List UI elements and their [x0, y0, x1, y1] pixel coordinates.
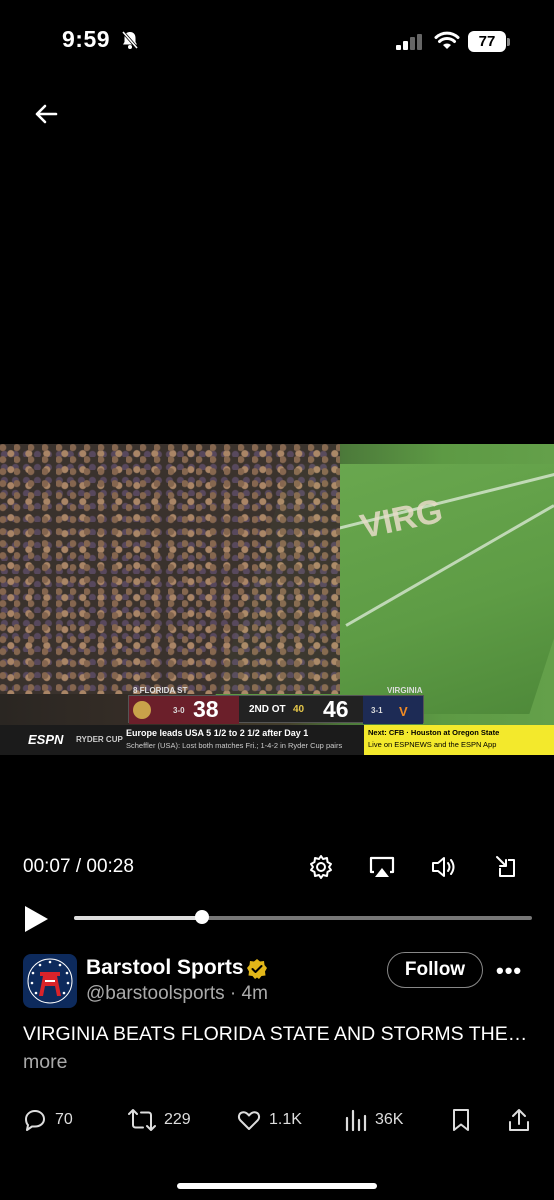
video-player-controls: 00:07 / 00:28 — [0, 848, 554, 948]
author-handle[interactable]: @barstoolsports · 4m — [86, 983, 268, 1005]
game-down: 40 — [293, 704, 305, 715]
views-icon — [345, 1109, 367, 1132]
more-link[interactable]: more — [23, 1051, 67, 1073]
reply-button[interactable]: 70 — [23, 1106, 73, 1134]
gear-icon[interactable] — [308, 854, 334, 880]
espn-ticker: ESPN RYDER CUP Europe leads USA 5 1/2 to… — [0, 725, 554, 755]
battery-icon: 77 — [468, 31, 506, 52]
battery-tip — [507, 38, 510, 46]
post-text: VIRGINIA BEATS FLORIDA STATE AND STORMS … — [23, 1020, 533, 1076]
fsu-logo-icon — [133, 701, 151, 719]
scrubber-knob[interactable] — [195, 910, 210, 924]
ticker-subline: Scheffler (USA): Lost both matches Fri.;… — [126, 741, 343, 750]
like-button[interactable]: 1.1K — [237, 1106, 302, 1134]
repost-button[interactable]: 229 — [128, 1106, 191, 1134]
post-body: VIRGINIA BEATS FLORIDA STATE AND STORMS … — [23, 1023, 528, 1045]
left-team-name: 8 FLORIDA ST — [133, 686, 188, 695]
signal-icon — [396, 34, 422, 50]
home-indicator[interactable] — [177, 1183, 377, 1189]
views-count: 36K — [375, 1111, 404, 1128]
reply-count: 70 — [55, 1111, 73, 1128]
status-bar: 9:59 77 — [0, 0, 554, 84]
bell-muted-icon — [121, 31, 139, 49]
share-icon[interactable] — [507, 1106, 531, 1134]
espn-logo-icon: ESPN — [28, 732, 64, 747]
follow-button[interactable]: Follow — [387, 952, 483, 988]
barstool-logo-icon — [27, 958, 73, 1004]
virginia-logo-icon: V — [399, 704, 408, 719]
status-time: 9:59 — [62, 26, 111, 52]
action-bar: 70 229 1.1K 36K — [0, 1100, 554, 1140]
playback-time: 00:07 / 00:28 — [23, 856, 134, 877]
left-team-score: 38 — [193, 696, 219, 722]
repost-count: 229 — [164, 1111, 191, 1128]
repost-icon — [128, 1109, 156, 1131]
verified-badge-icon — [247, 959, 267, 979]
author-name[interactable]: Barstool Sports — [86, 956, 244, 980]
bookmark-icon[interactable] — [450, 1106, 472, 1134]
right-team-name: VIRGINIA — [387, 686, 423, 695]
heart-icon — [237, 1111, 261, 1130]
views-button[interactable]: 36K — [345, 1106, 403, 1134]
avatar[interactable] — [23, 954, 77, 1008]
right-team-record: 3-1 — [371, 706, 383, 715]
left-team-record: 3-0 — [173, 706, 185, 715]
ticker-next: Next: CFB · Houston at Oregon State Live… — [364, 725, 554, 755]
reply-icon — [25, 1110, 45, 1131]
game-period: 2ND OT — [249, 704, 286, 715]
crowd — [0, 444, 340, 694]
ticker-next-sub: Live on ESPNEWS and the ESPN App — [368, 740, 497, 749]
play-icon[interactable] — [22, 904, 50, 934]
exit-fullscreen-icon[interactable] — [494, 854, 520, 880]
volume-icon[interactable] — [430, 854, 456, 880]
right-team-score: 46 — [323, 696, 349, 722]
ticker-label: RYDER CUP — [76, 735, 123, 744]
scoreboard: 8 FLORIDA ST 3-0 38 2ND OT 40 46 3-1 VIR… — [128, 686, 424, 724]
scrubber-progress — [74, 916, 203, 920]
arrow-left-icon[interactable] — [30, 98, 62, 130]
wifi-icon — [434, 31, 460, 49]
ticker-next-title: Next: CFB · Houston at Oregon State — [368, 728, 500, 737]
airplay-icon[interactable] — [368, 854, 396, 880]
more-options-icon[interactable]: ••• — [496, 958, 522, 984]
video-frame[interactable]: VIRG 8 FLORIDA ST 3-0 38 2ND OT 40 46 3-… — [0, 444, 554, 755]
ticker-headline: Europe leads USA 5 1/2 to 2 1/2 after Da… — [126, 728, 309, 738]
like-count: 1.1K — [269, 1111, 302, 1128]
